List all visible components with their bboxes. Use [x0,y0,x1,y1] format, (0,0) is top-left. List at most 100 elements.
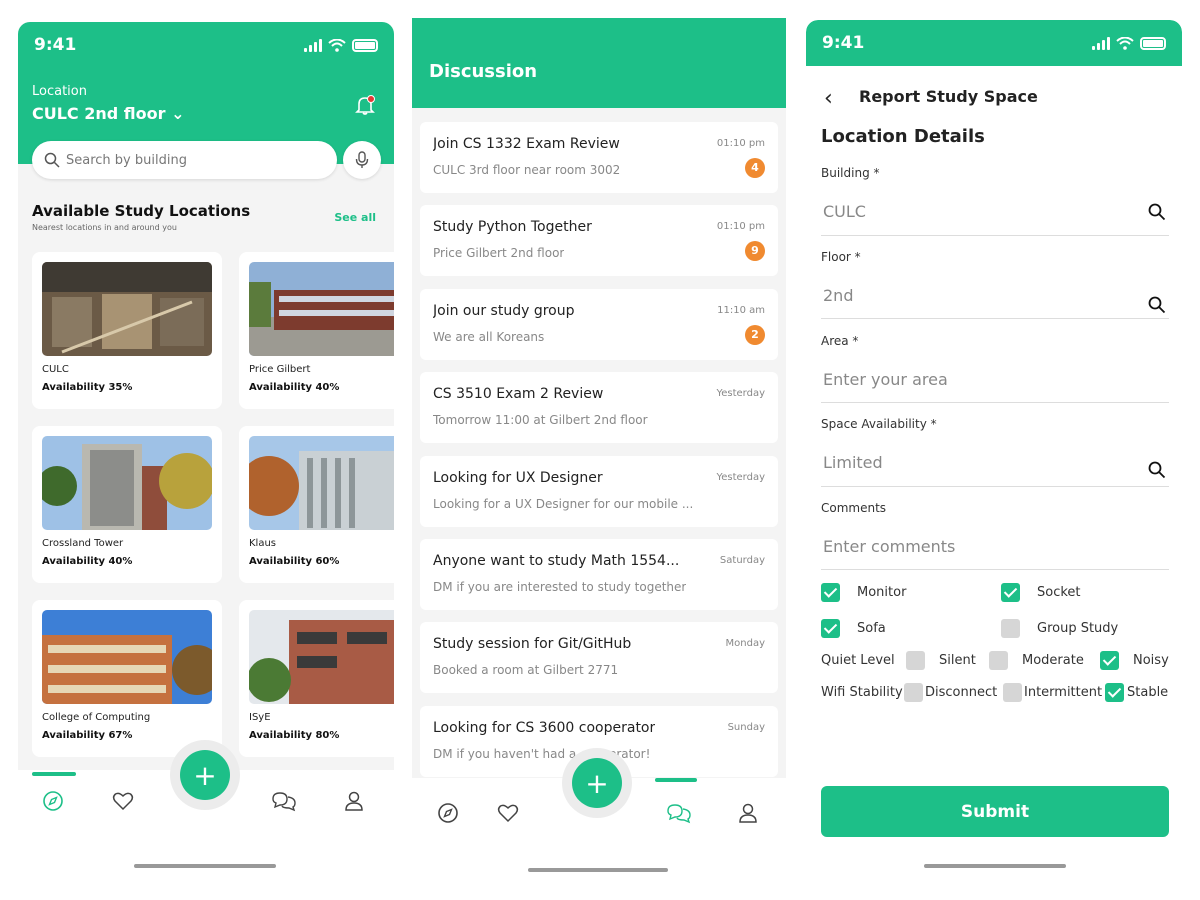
battery-icon [1140,36,1166,50]
discussion-time: Monday [725,638,765,649]
discussion-time: Sunday [727,722,765,733]
location-card[interactable]: ISyE Availability 80% [239,600,394,757]
socket-label: Socket [1037,585,1081,600]
chevron-down-icon: ⌄ [171,104,185,123]
section-title: Available Study Locations [32,202,251,220]
discussion-title: Anyone want to study Math 1554... [433,553,680,569]
silent-checkbox[interactable] [906,651,925,670]
system-icons [304,38,378,52]
location-name: Price Gilbert [249,364,311,375]
group-study-checkbox[interactable] [1001,619,1020,638]
location-name: Crossland Tower [42,538,124,549]
home-indicator [134,864,276,868]
search-icon[interactable] [1148,203,1166,221]
profile-icon[interactable] [737,802,759,824]
submit-button[interactable]: Submit [821,786,1169,837]
discussion-subtitle: Tomorrow 11:00 at Gilbert 2nd floor [433,413,648,427]
search-icon [44,152,60,168]
location-name: CULC [42,364,69,375]
heart-icon[interactable] [497,802,519,824]
discussion-item[interactable]: Join our study group We are all Koreans … [420,289,778,360]
location-availability: Availability 40% [42,556,133,567]
discussion-subtitle: We are all Koreans [433,330,545,344]
active-tab-indicator [32,772,76,776]
location-card[interactable]: CULC Availability 35% [32,252,222,409]
location-photo [42,436,212,530]
status-time: 9:41 [34,35,77,55]
location-card[interactable]: Price Gilbert Availability 40% [239,252,394,409]
status-bar-background: 9:41 [806,20,1182,66]
disconnect-checkbox[interactable] [904,683,923,702]
location-name: College of Computing [42,712,151,723]
discussion-subtitle: DM if you are interested to study togeth… [433,580,687,594]
chat-icon[interactable] [666,802,692,824]
search-icon[interactable] [1148,461,1166,479]
discussion-item[interactable]: Study Python Together Price Gilbert 2nd … [420,205,778,276]
section-title: Location Details [821,126,985,147]
location-photo [42,262,212,356]
add-button[interactable]: + [572,758,622,808]
search-input[interactable]: Search by building [32,141,337,179]
microphone-button[interactable] [343,141,381,179]
stable-checkbox[interactable] [1105,683,1124,702]
location-label: Location [32,84,87,99]
signal-icon [304,38,322,52]
sofa-label: Sofa [857,621,886,636]
compass-icon[interactable] [437,802,459,824]
location-card[interactable]: Crossland Tower Availability 40% [32,426,222,583]
divider [821,486,1169,487]
discussion-item[interactable]: Study session for Git/GitHub Booked a ro… [420,622,778,693]
add-button[interactable]: + [180,750,230,800]
monitor-checkbox[interactable] [821,583,840,602]
location-card[interactable]: College of Computing Availability 67% [32,600,222,757]
chat-icon[interactable] [271,790,297,812]
discussion-item[interactable]: Looking for UX Designer Looking for a UX… [420,456,778,527]
discussion-subtitle: CULC 3rd floor near room 3002 [433,163,621,177]
discussion-title: Looking for UX Designer [433,470,603,486]
discussion-time: Yesterday [716,472,765,483]
discussion-title: Looking for CS 3600 cooperator [433,720,656,736]
building-field[interactable]: CULC [823,202,866,221]
disconnect-label: Disconnect [925,685,998,700]
intermittent-label: Intermittent [1024,685,1103,700]
floor-field[interactable]: 2nd [823,286,853,305]
system-icons [1092,36,1166,50]
location-name: Klaus [249,538,277,549]
discussion-title: Join our study group [433,303,575,319]
area-field[interactable]: Enter your area [823,370,948,389]
intermittent-checkbox[interactable] [1003,683,1022,702]
discussion-item[interactable]: Anyone want to study Math 1554... DM if … [420,539,778,610]
location-selector[interactable]: CULC 2nd floor ⌄ [32,104,185,123]
back-icon[interactable]: ‹ [824,86,833,111]
discussion-time: Yesterday [716,388,765,399]
socket-checkbox[interactable] [1001,583,1020,602]
page-title: Report Study Space [859,87,1038,106]
comments-field[interactable]: Enter comments [823,537,955,556]
page-title: Discussion [429,61,538,82]
heart-icon[interactable] [112,790,134,812]
discussion-item[interactable]: CS 3510 Exam 2 Review Tomorrow 11:00 at … [420,372,778,443]
availability-label: Space Availability * [821,417,937,431]
battery-icon [352,38,378,52]
discussion-title: CS 3510 Exam 2 Review [433,386,604,402]
discussion-item[interactable]: Join CS 1332 Exam Review CULC 3rd floor … [420,122,778,193]
floor-label: Floor * [821,250,861,264]
noisy-checkbox[interactable] [1100,651,1119,670]
discussion-subtitle: Booked a room at Gilbert 2771 [433,663,619,677]
see-all-link[interactable]: See all [334,211,376,224]
profile-icon[interactable] [343,790,365,812]
availability-field[interactable]: Limited [823,453,883,472]
moderate-checkbox[interactable] [989,651,1008,670]
search-icon[interactable] [1148,296,1166,314]
location-photo [249,436,394,530]
discussion-screen: Discussion Join CS 1332 Exam Review CULC… [412,18,786,880]
search-placeholder: Search by building [66,152,187,168]
location-name: ISyE [249,712,271,723]
compass-icon[interactable] [42,790,64,812]
comments-label: Comments [821,501,887,515]
moderate-label: Moderate [1022,653,1084,668]
sofa-checkbox[interactable] [821,619,840,638]
location-card[interactable]: Klaus Availability 60% [239,426,394,583]
notification-bell-icon[interactable] [354,94,376,116]
discussion-subtitle: Looking for a UX Designer for our mobile… [433,497,694,511]
